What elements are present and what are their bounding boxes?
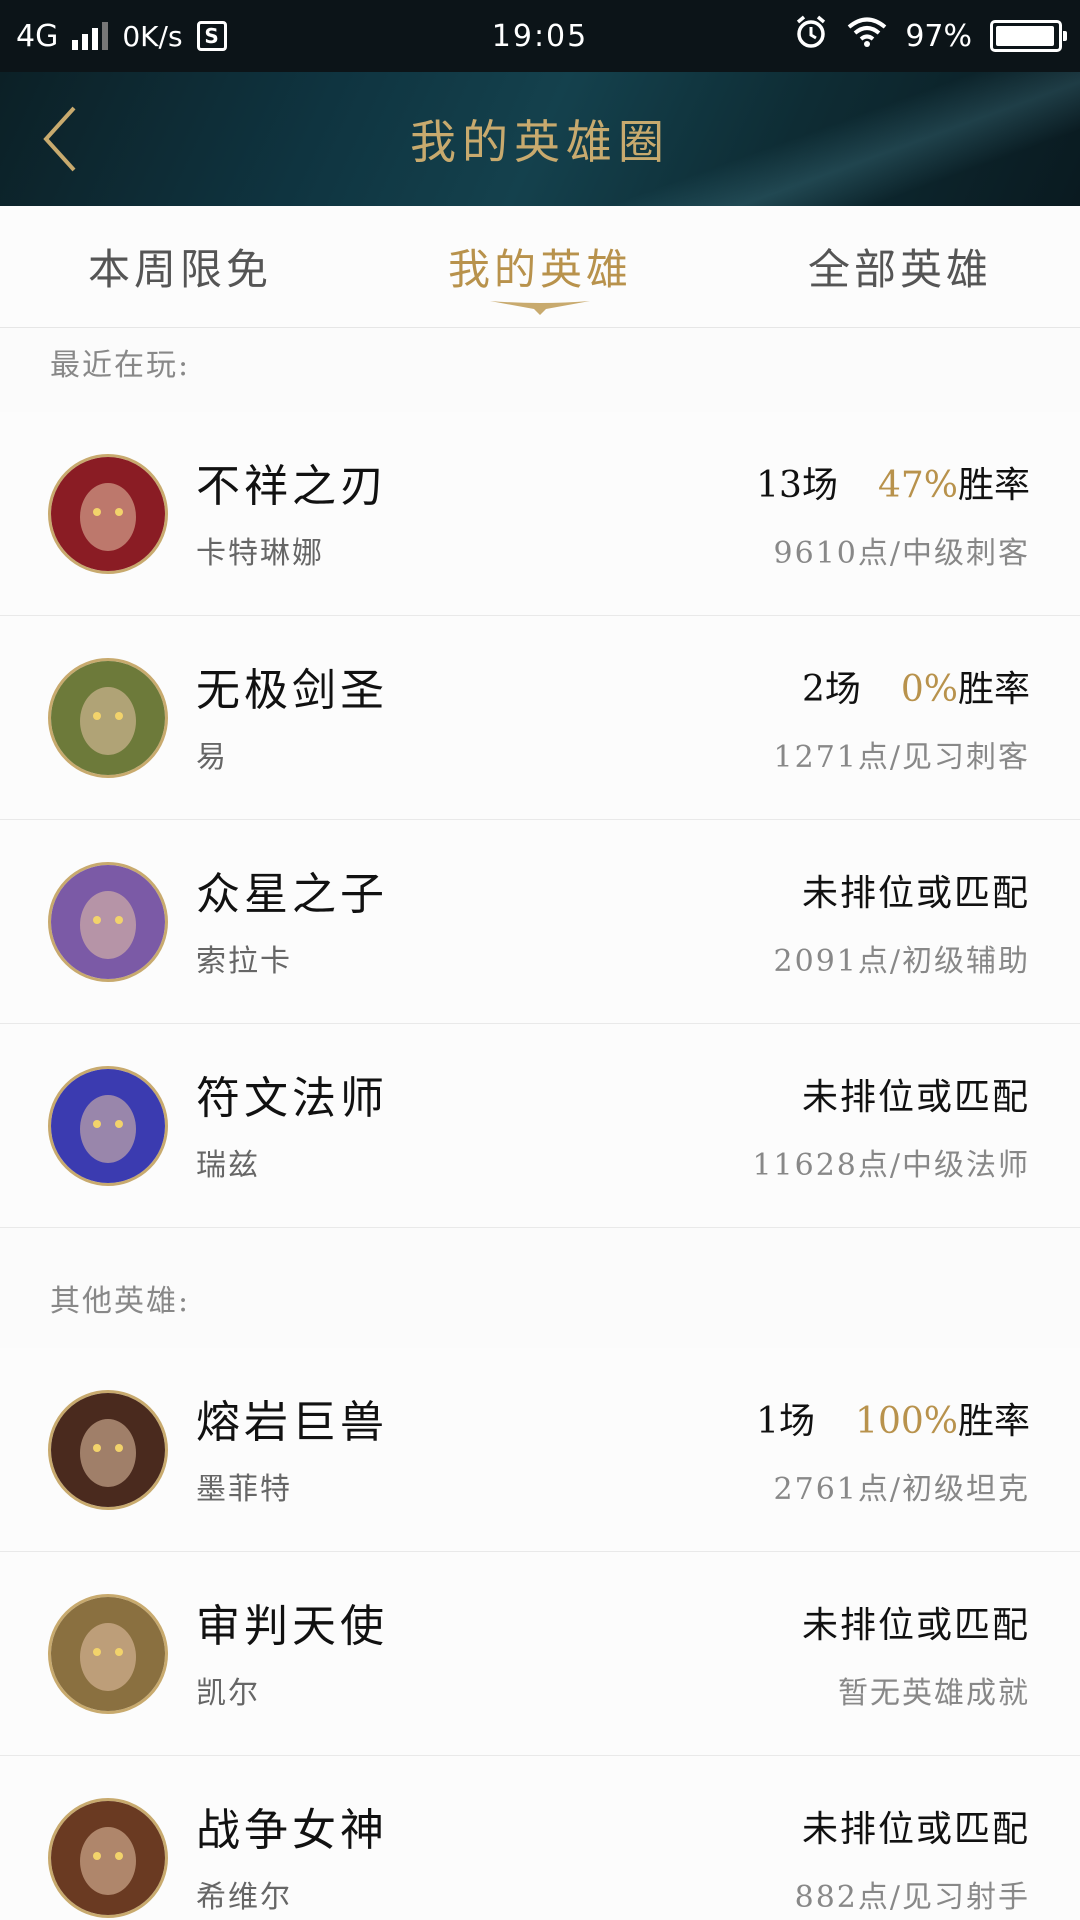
hero-row[interactable]: 审判天使 凯尔 未排位或匹配 暂无英雄成就 xyxy=(0,1552,1080,1756)
status-bar: 4G 0K/s S 19:05 97% xyxy=(0,0,1080,72)
champion-name: 凯尔 xyxy=(196,1676,260,1711)
hero-points: 882点/见习射手 xyxy=(794,1880,1030,1915)
tab-label: 全部英雄 xyxy=(807,245,992,294)
unranked-label: 未排位或匹配 xyxy=(801,1809,1030,1850)
unranked-label: 未排位或匹配 xyxy=(801,873,1030,914)
hero-stats: 未排位或匹配 xyxy=(802,1596,1030,1648)
page-title: 我的英雄圈 xyxy=(410,115,670,169)
win-rate: 0% xyxy=(900,669,958,710)
hero-title: 审判天使 xyxy=(196,1601,388,1652)
champion-name: 索拉卡 xyxy=(196,944,292,979)
hero-title: 符文法师 xyxy=(196,1073,388,1124)
back-button[interactable] xyxy=(40,102,100,176)
hero-points: 11628点/中级法师 xyxy=(752,1148,1030,1183)
tab-my-heroes[interactable]: 我的英雄 xyxy=(360,206,720,327)
hero-title: 熔岩巨兽 xyxy=(196,1397,388,1448)
hero-row[interactable]: 不祥之刃 卡特琳娜 13场 47% 胜率 9610点/中级刺客 xyxy=(0,412,1080,616)
champion-name: 卡特琳娜 xyxy=(196,536,324,571)
hero-row[interactable]: 无极剑圣 易 2场 0% 胜率 1271点/见习刺客 xyxy=(0,616,1080,820)
hero-row[interactable]: 战争女神 希维尔 未排位或匹配 882点/见习射手 xyxy=(0,1756,1080,1920)
hero-avatar xyxy=(48,454,168,574)
hero-title: 不祥之刃 xyxy=(196,461,388,512)
win-rate-label: 胜率 xyxy=(957,465,1030,506)
alarm-icon xyxy=(793,14,829,58)
hero-row[interactable]: 符文法师 瑞兹 未排位或匹配 11628点/中级法师 xyxy=(0,1024,1080,1228)
wifi-icon xyxy=(847,16,887,56)
hero-stats: 1场 100% 胜率 xyxy=(756,1392,1030,1444)
win-rate: 47% xyxy=(877,465,958,506)
tab-weekly-free[interactable]: 本周限免 xyxy=(0,206,360,327)
other-section-label: 其他英雄: xyxy=(50,1284,191,1319)
hero-avatar xyxy=(48,1390,168,1510)
status-right: 97% xyxy=(793,0,1067,72)
tab-bar: 本周限免 我的英雄 全部英雄 xyxy=(0,206,1080,328)
hero-stats: 未排位或匹配 xyxy=(802,864,1030,916)
hero-stats: 未排位或匹配 xyxy=(802,1800,1030,1852)
tab-label: 本周限免 xyxy=(87,245,272,294)
win-rate-label: 胜率 xyxy=(957,1401,1030,1442)
hero-points: 1271点/见习刺客 xyxy=(773,740,1030,775)
champion-name: 瑞兹 xyxy=(196,1148,260,1183)
win-rate: 100% xyxy=(855,1401,958,1442)
champion-name: 易 xyxy=(196,740,228,775)
header-bar: 我的英雄圈 xyxy=(0,72,1080,206)
games-count: 2场 xyxy=(801,669,861,710)
tab-all-heroes[interactable]: 全部英雄 xyxy=(720,206,1080,327)
chevron-left-icon xyxy=(43,106,76,172)
hero-avatar xyxy=(48,1066,168,1186)
battery-icon xyxy=(990,20,1067,52)
hero-stats: 2场 0% 胜率 xyxy=(802,660,1030,712)
hero-avatar xyxy=(48,1798,168,1918)
battery-percent: 97% xyxy=(905,18,972,54)
hero-title: 战争女神 xyxy=(196,1805,388,1856)
champion-name: 墨菲特 xyxy=(196,1472,292,1507)
tab-label: 我的英雄 xyxy=(447,245,632,294)
hero-stats: 未排位或匹配 xyxy=(802,1068,1030,1120)
recent-section-label: 最近在玩: xyxy=(50,348,191,383)
tab-active-indicator xyxy=(490,301,590,315)
hero-points: 2761点/初级坦克 xyxy=(773,1472,1030,1507)
hero-row[interactable]: 众星之子 索拉卡 未排位或匹配 2091点/初级辅助 xyxy=(0,820,1080,1024)
champion-name: 希维尔 xyxy=(196,1880,292,1915)
hero-points: 暂无英雄成就 xyxy=(838,1676,1030,1711)
hero-row[interactable]: 熔岩巨兽 墨菲特 1场 100% 胜率 2761点/初级坦克 xyxy=(0,1348,1080,1552)
unranked-label: 未排位或匹配 xyxy=(801,1077,1030,1118)
hero-avatar xyxy=(48,862,168,982)
unranked-label: 未排位或匹配 xyxy=(801,1605,1030,1646)
hero-title: 众星之子 xyxy=(196,869,388,920)
games-count: 13场 xyxy=(756,465,838,506)
hero-stats: 13场 47% 胜率 xyxy=(756,456,1030,508)
hero-avatar xyxy=(48,658,168,778)
hero-points: 2091点/初级辅助 xyxy=(773,944,1030,979)
games-count: 1场 xyxy=(756,1401,816,1442)
hero-avatar xyxy=(48,1594,168,1714)
win-rate-label: 胜率 xyxy=(957,669,1030,710)
hero-title: 无极剑圣 xyxy=(196,665,388,716)
hero-points: 9610点/中级刺客 xyxy=(773,536,1030,571)
